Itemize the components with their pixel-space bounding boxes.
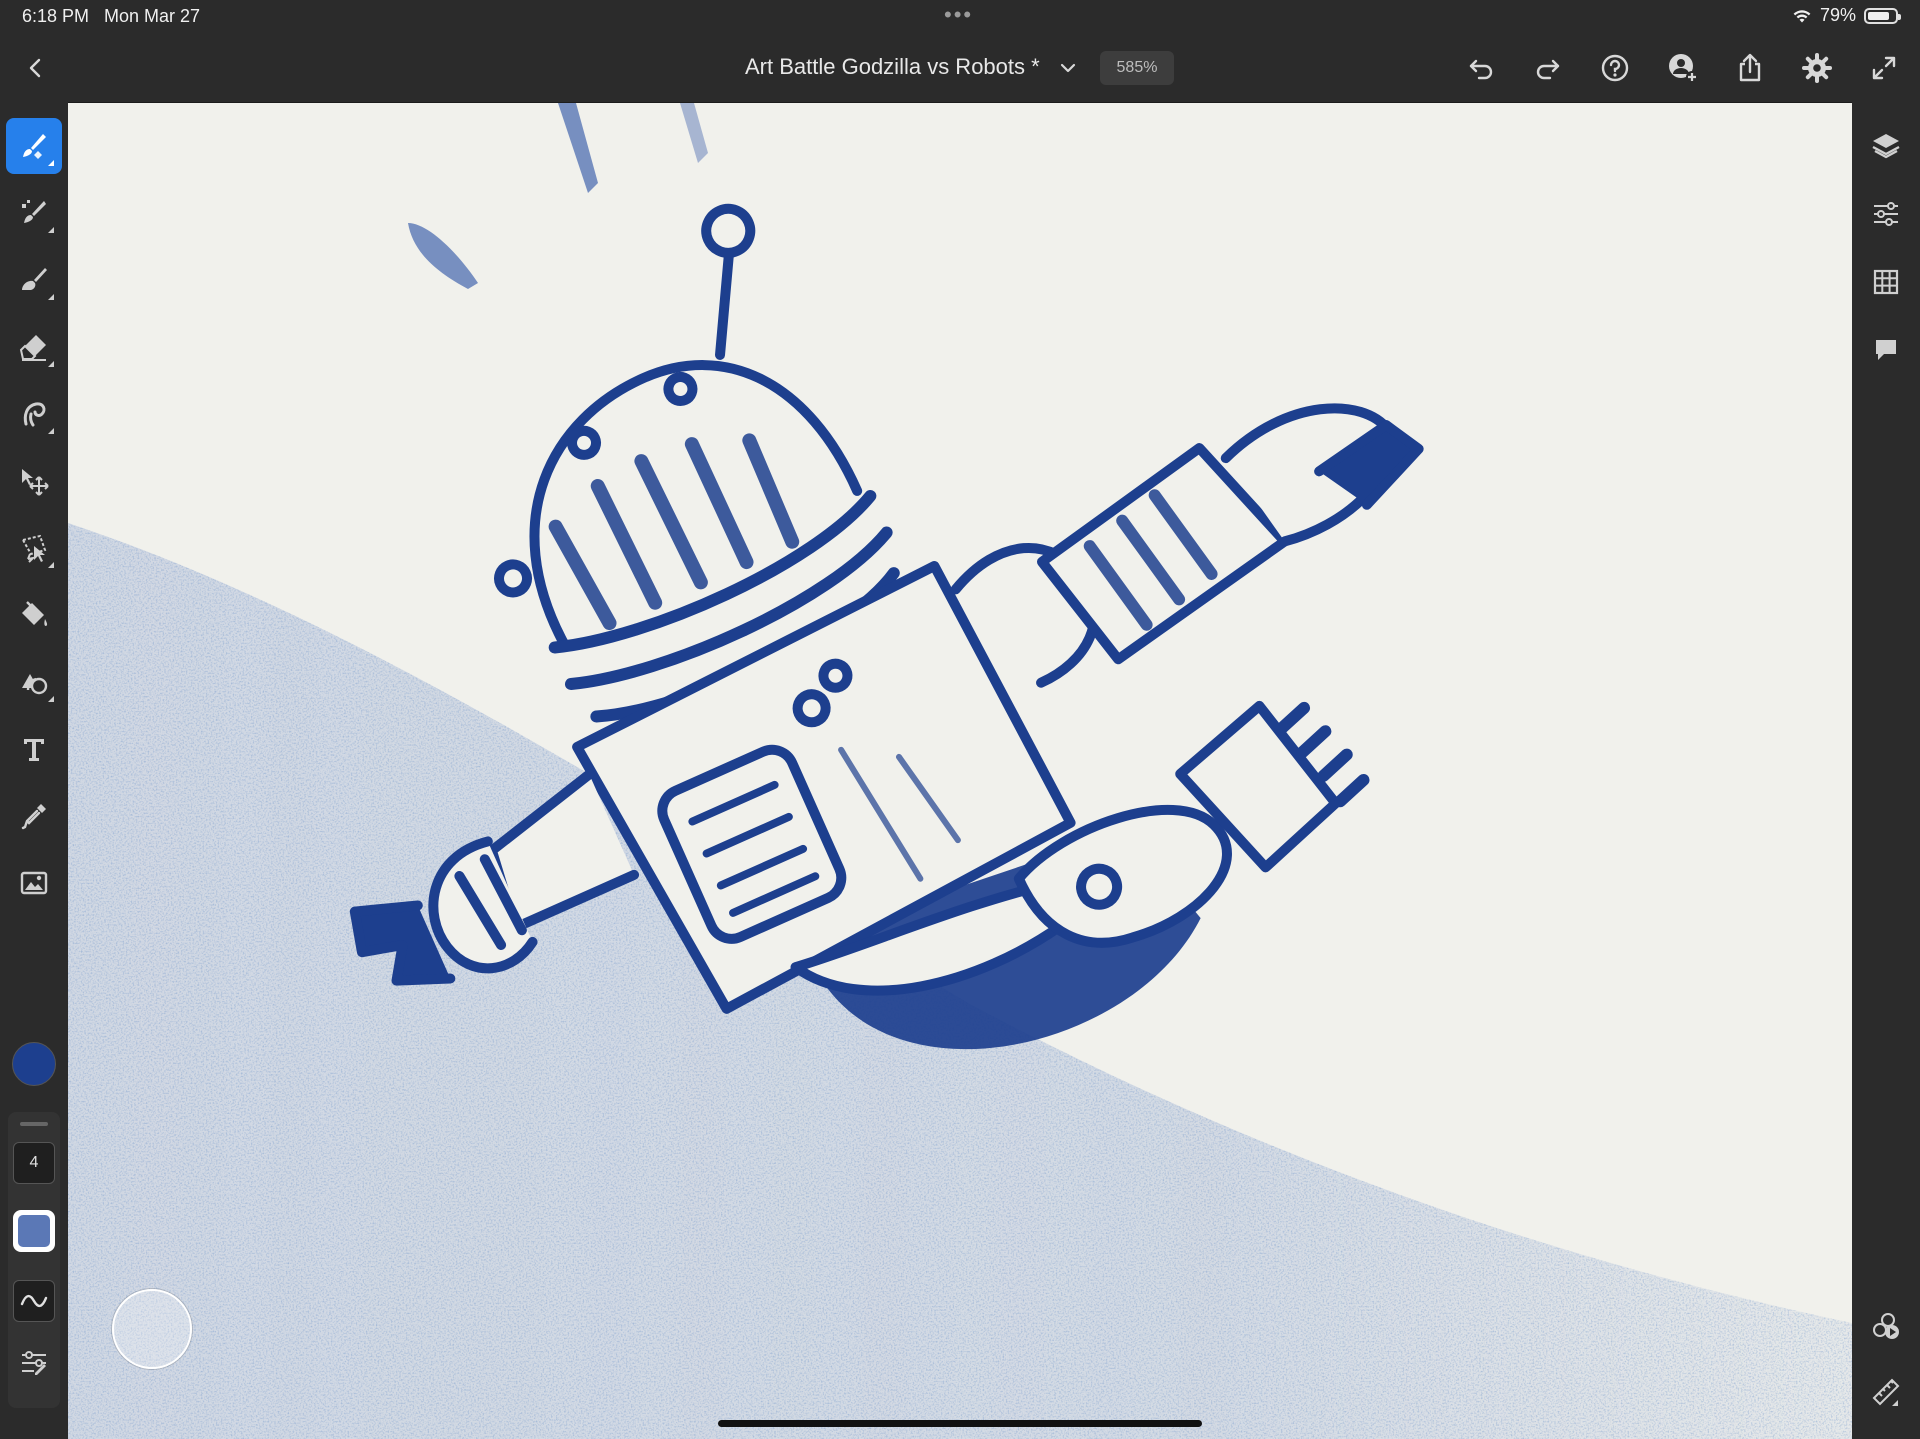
top-toolbar: Art Battle Godzilla vs Robots * 585% <box>0 34 1920 103</box>
image-icon <box>20 871 48 895</box>
zoom-level[interactable]: 585% <box>1100 51 1174 85</box>
eyedropper-icon <box>21 804 46 830</box>
battery-fill <box>1868 11 1889 20</box>
drawing-canvas[interactable] <box>68 103 1852 1439</box>
smudge-icon <box>22 268 47 290</box>
lasso-icon <box>21 534 47 563</box>
redo-button[interactable] <box>1531 51 1565 85</box>
status-time: 6:18 PM <box>22 6 90 26</box>
liquify-tool[interactable] <box>6 386 62 442</box>
brush-panel: 4 <box>8 1112 60 1408</box>
ruler-button[interactable] <box>1866 1372 1906 1412</box>
right-toolbar <box>1852 102 1920 1439</box>
fullscreen-icon <box>1872 56 1896 80</box>
smudge-tool[interactable] <box>6 252 62 308</box>
status-date: Mon Mar 27 <box>104 6 201 26</box>
settings-button[interactable] <box>1800 51 1834 85</box>
eyedropper-tool[interactable] <box>6 788 62 844</box>
brush-cursor <box>112 1289 192 1369</box>
text-icon <box>24 739 44 761</box>
settings-icon <box>1802 53 1832 83</box>
image-tool[interactable] <box>6 855 62 911</box>
undo-button[interactable] <box>1464 51 1498 85</box>
left-toolbar: 4 <box>0 102 68 1439</box>
liquify-icon <box>23 402 46 427</box>
pixel-brush-tool[interactable] <box>6 185 62 241</box>
color-swatch[interactable] <box>12 1042 56 1086</box>
grid-button[interactable] <box>1866 262 1906 302</box>
brush-smoothing-icon <box>20 1294 48 1308</box>
brush-size[interactable]: 4 <box>13 1142 55 1184</box>
undo-icon <box>1469 59 1493 80</box>
shape-icon <box>22 674 48 695</box>
battery-icon <box>1864 7 1901 24</box>
title-menu-button[interactable] <box>1056 56 1080 80</box>
home-indicator[interactable] <box>718 1420 1202 1427</box>
document-title[interactable]: Art Battle Godzilla vs Robots * <box>745 54 1040 80</box>
paint-bucket-icon <box>22 601 48 626</box>
paint-brush-tool[interactable] <box>6 118 62 174</box>
back-icon <box>29 58 41 78</box>
paint-brush-icon <box>23 134 46 159</box>
layers-button[interactable] <box>1866 126 1906 166</box>
help-button[interactable] <box>1598 51 1632 85</box>
battery-percent: 79% <box>1819 5 1856 25</box>
layer-properties-button[interactable] <box>1866 194 1906 234</box>
eraser-tool[interactable] <box>6 319 62 375</box>
brush-smoothing-button[interactable] <box>13 1280 55 1322</box>
brush-settings-icon <box>22 1351 46 1375</box>
redo-icon <box>1536 59 1560 80</box>
grid-icon <box>1873 269 1899 295</box>
text-tool[interactable] <box>6 721 62 777</box>
wifi-icon <box>1793 9 1811 22</box>
lasso-selection-tool[interactable] <box>6 520 62 576</box>
status-bar: 6:18 PM Mon Mar 27 ••• 79% <box>0 0 1920 34</box>
layer-properties-icon <box>1874 202 1898 226</box>
layers-icon <box>1872 134 1900 159</box>
chevron-down-icon <box>1060 63 1076 73</box>
timelapse-button[interactable] <box>1866 1306 1906 1346</box>
ruler-icon <box>1872 1378 1900 1406</box>
panel-grip[interactable] <box>20 1122 48 1126</box>
help-icon <box>1601 54 1629 82</box>
fullscreen-button[interactable] <box>1867 51 1901 85</box>
opacity-swatch-fill <box>18 1215 50 1247</box>
share-button[interactable] <box>1733 51 1767 85</box>
brush-settings-button[interactable] <box>13 1342 55 1384</box>
comments-icon <box>1876 340 1896 360</box>
share-icon <box>1739 53 1761 82</box>
back-button[interactable] <box>20 52 52 84</box>
shape-tool[interactable] <box>6 654 62 710</box>
invite-button[interactable] <box>1666 51 1700 85</box>
pixel-brush-icon <box>22 200 46 223</box>
fill-tool[interactable] <box>6 587 62 643</box>
invite-icon <box>1669 54 1698 83</box>
comments-button[interactable] <box>1866 330 1906 370</box>
eraser-icon <box>19 335 46 361</box>
brush-opacity-swatch[interactable] <box>13 1210 55 1252</box>
move-icon <box>22 469 49 496</box>
timelapse-icon <box>1873 1313 1899 1339</box>
multitasking-dots-icon[interactable]: ••• <box>944 2 973 28</box>
move-tool[interactable] <box>6 453 62 509</box>
robot-artwork <box>68 103 1852 1439</box>
